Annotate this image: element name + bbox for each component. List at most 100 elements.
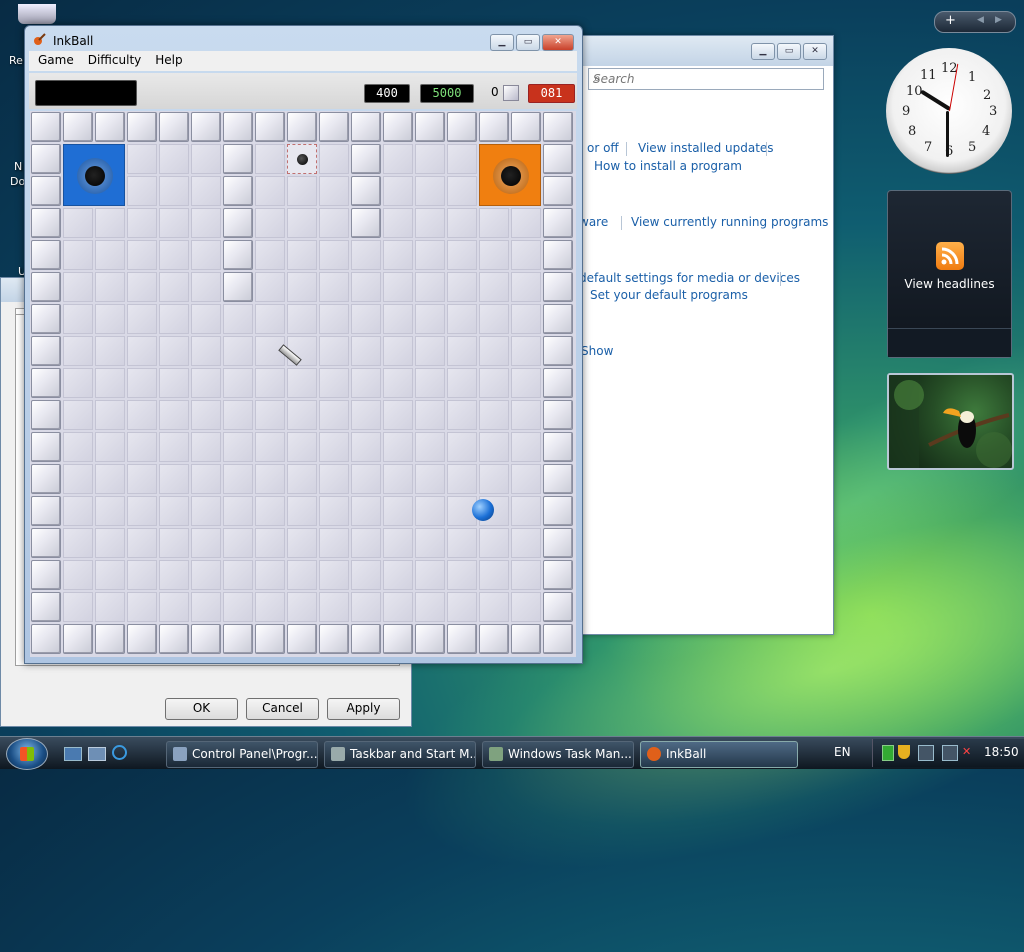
green-status-icon[interactable] (882, 745, 894, 761)
board-cell (191, 272, 221, 302)
board-cell (511, 208, 541, 238)
wall-block (31, 112, 61, 142)
clock-number-7: 7 (924, 140, 933, 155)
score-display: 400 (364, 84, 410, 103)
sidebar-controls[interactable]: + ◀ ▶ (934, 11, 1016, 33)
wall-block (95, 112, 125, 142)
control-panel-window[interactable]: ▁ ▭ ✕ Search ⌕ or off View installed upd… (575, 35, 834, 635)
board-cell (63, 400, 93, 430)
add-gadget-icon[interactable]: + (945, 13, 956, 28)
inkball-window[interactable]: InkBall ▁ ▭ ✕ Game Difficulty Help 400 500… (24, 25, 583, 664)
link-view-running-programs[interactable]: View currently running programs (631, 215, 828, 229)
board-cell (191, 176, 221, 206)
feed-footer (888, 328, 1011, 357)
link-show[interactable]: Show (581, 344, 613, 358)
board-cell (287, 528, 317, 558)
desktop-icon-label-do[interactable]: Do (10, 175, 25, 188)
next-arrow-icon[interactable]: ▶ (995, 15, 1002, 25)
timer-display: 081 (528, 84, 575, 103)
feed-label[interactable]: View headlines (888, 277, 1011, 291)
search-icon[interactable]: ⌕ (593, 71, 818, 86)
desktop-icon-label-n[interactable]: N (14, 160, 22, 173)
board-cell (319, 336, 349, 366)
taskbar-button-taskbar-start[interactable]: Taskbar and Start M... (324, 741, 476, 768)
minimize-button[interactable]: ▁ (751, 43, 775, 60)
show-desktop-icon[interactable] (64, 747, 82, 761)
board-cell (351, 272, 381, 302)
board-cell (351, 496, 381, 526)
board-cell (447, 176, 477, 206)
wall-block (447, 112, 477, 142)
board-cell (63, 208, 93, 238)
switch-windows-icon[interactable] (88, 747, 106, 761)
network-icon[interactable] (918, 745, 934, 761)
link-set-default-programs[interactable]: Set your default programs (590, 288, 748, 302)
recycle-bin-icon[interactable] (18, 4, 56, 24)
board-cell (479, 304, 509, 334)
wall-block (31, 144, 61, 174)
link-default-settings-media[interactable]: default settings for media or devices (579, 271, 800, 285)
wall-block (543, 176, 573, 206)
link-view-installed-updates[interactable]: View installed updates (638, 141, 774, 155)
menu-game[interactable]: Game (29, 51, 79, 67)
cancel-button[interactable]: Cancel (246, 698, 319, 720)
board-cell (511, 432, 541, 462)
minimize-button[interactable]: ▁ (490, 34, 514, 51)
board-cell (319, 592, 349, 622)
link-separator (626, 142, 627, 156)
menu-help[interactable]: Help (146, 51, 187, 67)
board-cell (127, 464, 157, 494)
slideshow-gadget[interactable] (887, 373, 1014, 470)
board-cell (191, 400, 221, 430)
network-status-icon[interactable] (942, 745, 958, 761)
board-cell (383, 368, 413, 398)
board-cell (159, 496, 189, 526)
wall-block (255, 112, 285, 142)
clock-time[interactable]: 18:50 (984, 745, 1019, 759)
internet-explorer-icon[interactable] (112, 745, 127, 760)
close-button[interactable]: ✕ (542, 34, 574, 51)
ok-button[interactable]: OK (165, 698, 238, 720)
link-software[interactable]: ware (579, 215, 608, 229)
board-cell (159, 528, 189, 558)
board-cell (415, 176, 445, 206)
desktop-icon-label-recycle[interactable]: Re (9, 54, 23, 67)
link-turn-features-on-off[interactable]: or off (587, 141, 619, 155)
taskbar-button-task-manager[interactable]: Windows Task Man... (482, 741, 634, 768)
taskbar-button-control-panel[interactable]: Control Panel\Progr... (166, 741, 318, 768)
clock-gadget[interactable]: 12 1 2 3 4 5 6 7 8 9 10 11 (886, 48, 1012, 174)
taskbar-button-inkball[interactable]: InkBall (640, 741, 798, 768)
board-cell (95, 528, 125, 558)
start-button[interactable] (6, 738, 48, 770)
close-button[interactable]: ✕ (803, 43, 827, 60)
control-panel-titlebar[interactable]: ▁ ▭ ✕ (576, 36, 833, 66)
wall-block (31, 304, 61, 334)
board-cell (191, 336, 221, 366)
wall-block (543, 304, 573, 334)
board-cell (127, 272, 157, 302)
link-how-to-install[interactable]: How to install a program (594, 159, 742, 173)
security-shield-icon[interactable] (898, 745, 910, 759)
wall-block (31, 560, 61, 590)
menu-difficulty[interactable]: Difficulty (79, 51, 147, 67)
feed-headlines-gadget[interactable]: View headlines (887, 190, 1012, 358)
maximize-button[interactable]: ▭ (516, 34, 540, 51)
apply-button[interactable]: Apply (327, 698, 400, 720)
board-cell (191, 464, 221, 494)
wall-block (383, 624, 413, 654)
blue-goal-hole (63, 144, 125, 206)
board-cell (255, 240, 285, 270)
search-input[interactable]: Search ⌕ (588, 68, 824, 90)
game-board[interactable] (30, 111, 576, 657)
maximize-button[interactable]: ▭ (777, 43, 801, 60)
wall-block (159, 112, 189, 142)
board-cell (95, 400, 125, 430)
wall-block (511, 624, 541, 654)
prev-arrow-icon[interactable]: ◀ (977, 15, 984, 25)
language-indicator[interactable]: EN (834, 745, 851, 759)
board-cell (415, 560, 445, 590)
wall-block (191, 624, 221, 654)
board-cell (383, 592, 413, 622)
volume-muted-icon[interactable]: ✕ (962, 745, 976, 759)
board-cell (255, 400, 285, 430)
